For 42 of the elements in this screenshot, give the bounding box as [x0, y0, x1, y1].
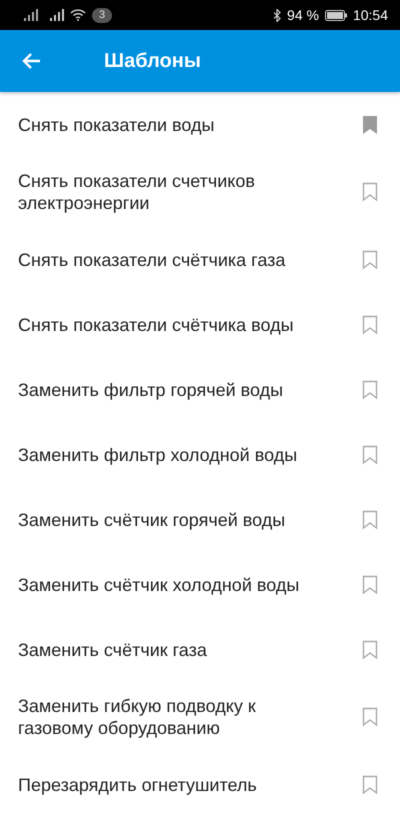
- template-item[interactable]: Заменить счётчик газа: [0, 617, 400, 682]
- bookmark-icon[interactable]: [362, 444, 378, 464]
- template-title: Заменить фильтр холодной воды: [18, 444, 298, 466]
- battery-percent: 94 %: [287, 7, 319, 23]
- template-title: Снять показатели счётчика газа: [18, 248, 286, 270]
- signal-icon: [50, 9, 64, 21]
- template-title: Снять показатели счётчика воды: [18, 314, 295, 336]
- template-title: Снять показатели счетчиков электроэнергии: [18, 170, 256, 214]
- wifi-icon: [70, 9, 86, 21]
- template-item[interactable]: Снять показатели воды: [0, 92, 400, 157]
- bookmark-icon[interactable]: [362, 707, 378, 727]
- bookmark-icon[interactable]: [362, 640, 378, 660]
- clock: 10:54: [352, 7, 388, 23]
- notification-badge: 3: [92, 8, 112, 22]
- battery-icon: [324, 10, 347, 20]
- template-item[interactable]: Снять показатели счётчика воды: [0, 292, 400, 357]
- bookmark-icon[interactable]: [362, 774, 378, 794]
- bookmark-icon[interactable]: [362, 250, 378, 270]
- bookmark-icon[interactable]: [362, 574, 378, 594]
- bookmark-icon[interactable]: [362, 114, 378, 134]
- template-title: Заменить счётчик газа: [18, 638, 208, 660]
- template-item[interactable]: Заменить счётчик горячей воды: [0, 487, 400, 552]
- template-title: Заменить гибкую подводку к газовому оборудованию: [18, 695, 257, 739]
- template-item[interactable]: Перезарядить огнетушитель: [0, 752, 400, 817]
- template-title: Заменить фильтр горячей воды: [18, 378, 284, 400]
- template-item[interactable]: Заменить счётчик холодной воды: [0, 552, 400, 617]
- screen-title: Шаблоны: [104, 50, 201, 72]
- template-item[interactable]: Заменить фильтр горячей воды: [0, 357, 400, 422]
- signal-icon: [24, 9, 38, 21]
- template-title: Заменить счётчик холодной воды: [18, 574, 300, 596]
- template-item[interactable]: Заменить гибкую подводку к газовому оборудованию: [0, 682, 400, 752]
- template-title: Перезарядить огнетушитель: [18, 774, 258, 796]
- bluetooth-icon: [273, 8, 282, 22]
- template-item[interactable]: Снять показатели счётчика газа: [0, 227, 400, 292]
- bookmark-icon[interactable]: [362, 182, 378, 202]
- bookmark-icon[interactable]: [362, 380, 378, 400]
- template-item[interactable]: Снять показатели счетчиков электроэнергии: [0, 157, 400, 227]
- template-title: Заменить счётчик горячей воды: [18, 508, 286, 530]
- template-title: Снять показатели воды: [18, 114, 216, 136]
- bookmark-icon[interactable]: [362, 314, 378, 334]
- bookmark-icon[interactable]: [362, 510, 378, 530]
- template-item[interactable]: Заменить фильтр холодной воды: [0, 422, 400, 487]
